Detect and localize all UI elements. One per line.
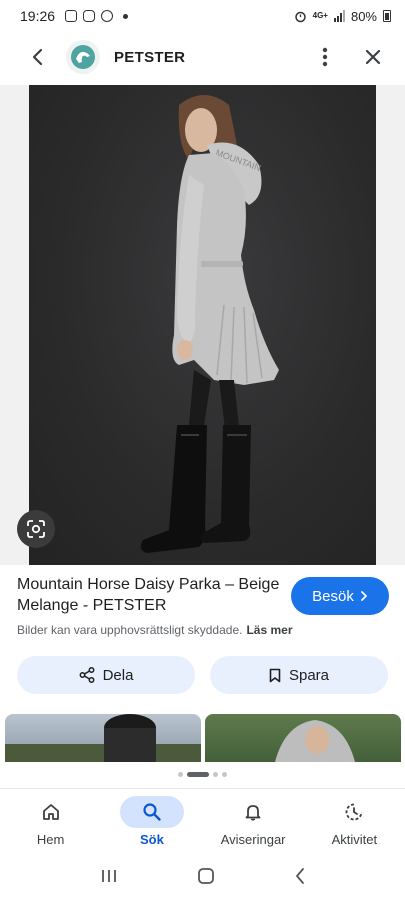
nav-notifications-icon-wrap <box>221 796 285 828</box>
action-row: Dela Spara <box>17 656 388 694</box>
status-time: 19:26 <box>20 8 56 24</box>
activity-icon <box>346 803 363 821</box>
nav-search[interactable]: Sök <box>101 789 202 854</box>
site-name: PETSTER <box>114 48 186 66</box>
image-viewer[interactable]: MOUNTAIN <box>0 85 405 565</box>
carousel-dot <box>213 772 218 777</box>
visit-button[interactable]: Besök <box>291 577 389 615</box>
model-hood-illustration <box>275 720 355 762</box>
top-app-bar: PETSTER <box>0 32 405 82</box>
site-logo[interactable] <box>66 40 100 74</box>
nav-home[interactable]: Hem <box>0 789 101 854</box>
nav-search-label: Sök <box>139 832 164 847</box>
related-image-thumbnail[interactable] <box>205 714 401 762</box>
status-bar: 19:26 4G+ 80% <box>0 0 405 32</box>
share-icon <box>79 667 95 683</box>
bell-icon <box>245 805 261 821</box>
home-system-button[interactable] <box>197 867 215 890</box>
home-icon <box>42 804 59 820</box>
back-button[interactable] <box>16 35 60 79</box>
nav-home-label: Hem <box>36 832 65 847</box>
nav-search-icon-wrap <box>119 796 184 828</box>
model-wearing-parka-illustration: MOUNTAIN <box>140 95 279 553</box>
bottom-navigation: Hem Sök Aviseringar Aktivitet <box>0 788 405 854</box>
recent-apps-icon <box>101 869 116 882</box>
signal-icon <box>333 10 345 22</box>
instagram-notification-icon-2 <box>101 10 114 22</box>
alarm-icon <box>294 11 306 22</box>
result-title-block: Mountain Horse Daisy Parka – Beige Melan… <box>17 574 282 616</box>
carousel-indicator <box>0 772 405 777</box>
system-back-icon <box>295 867 304 884</box>
gallery-notification-icon <box>65 10 78 22</box>
battery-percent: 80% <box>350 8 377 24</box>
status-right: 4G+ 80% <box>294 9 391 24</box>
chevron-right-icon <box>360 591 367 601</box>
nav-activity[interactable]: Aktivitet <box>304 789 405 854</box>
save-button[interactable]: Spara <box>210 656 388 694</box>
petster-logo-icon <box>71 45 95 69</box>
carousel-dot <box>178 772 183 777</box>
nav-activity-icon-wrap <box>322 796 386 828</box>
system-back-button[interactable] <box>294 867 306 890</box>
visit-label: Besök <box>312 587 354 605</box>
product-photo[interactable]: MOUNTAIN <box>29 85 376 565</box>
copyright-notice: Bilder kan vara upphovsrättsligt skyddad… <box>17 623 293 637</box>
save-label: Spara <box>288 666 330 684</box>
nav-home-icon-wrap <box>19 796 83 828</box>
carousel-dot-active <box>187 772 209 777</box>
arrow-back-icon <box>32 48 43 66</box>
nav-notifications[interactable]: Aviseringar <box>203 789 304 854</box>
related-image-thumbnail[interactable] <box>5 714 201 762</box>
recent-apps-button[interactable] <box>100 868 118 889</box>
home-square-icon <box>197 867 214 884</box>
more-notifications-icon <box>123 13 129 19</box>
product-title[interactable]: Mountain Horse Daisy Parka – Beige Melan… <box>17 574 282 616</box>
close-button[interactable] <box>351 35 395 79</box>
system-navigation-bar <box>0 856 405 900</box>
rider-helmet-illustration <box>5 714 201 762</box>
instagram-notification-icon <box>83 10 96 22</box>
bookmark-icon <box>269 668 281 682</box>
search-icon <box>143 803 161 821</box>
network-type: 4G+ <box>312 11 328 20</box>
more-options-button[interactable] <box>307 35 343 79</box>
copyright-text: Bilder kan vara upphovsrättsligt skyddad… <box>17 623 243 637</box>
carousel-dot <box>222 772 227 777</box>
related-images <box>0 714 405 762</box>
lens-icon <box>27 520 45 538</box>
google-lens-button[interactable] <box>17 510 55 548</box>
more-vert-icon <box>322 47 328 67</box>
nav-activity-label: Aktivitet <box>331 832 378 847</box>
close-icon <box>365 49 381 65</box>
share-label: Dela <box>102 666 134 684</box>
learn-more-link[interactable]: Läs mer <box>246 623 292 637</box>
status-left: 19:26 <box>20 8 129 24</box>
nav-notifications-label: Aviseringar <box>220 832 286 847</box>
battery-icon <box>383 10 391 22</box>
share-button[interactable]: Dela <box>17 656 195 694</box>
